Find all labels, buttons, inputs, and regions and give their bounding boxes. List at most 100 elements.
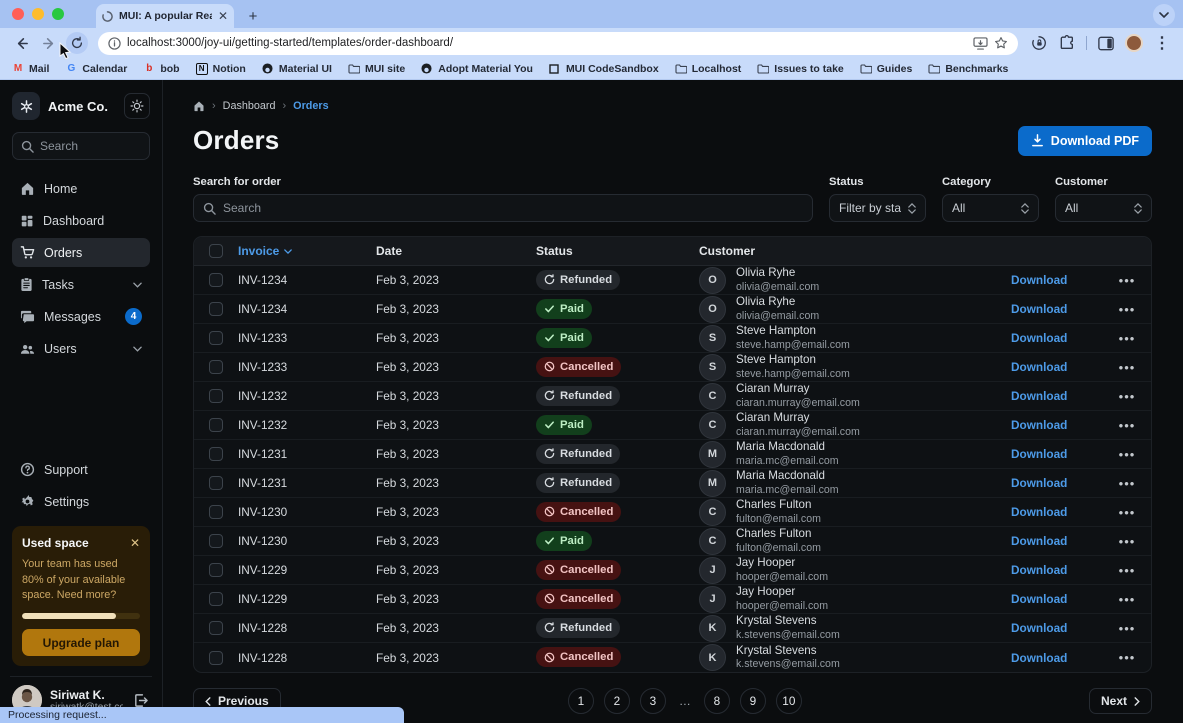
row-menu-icon[interactable]: ••• — [1119, 505, 1136, 520]
download-link[interactable]: Download — [1011, 476, 1067, 490]
profile-avatar[interactable] — [1123, 32, 1145, 54]
sidebar-item-dashboard[interactable]: Dashboard — [12, 206, 150, 235]
sidebar-item-home[interactable]: Home — [12, 174, 150, 203]
row-checkbox[interactable] — [209, 651, 223, 665]
upgrade-plan-button[interactable]: Upgrade plan — [22, 629, 140, 656]
select-all-checkbox[interactable] — [209, 244, 223, 258]
back-icon[interactable] — [10, 32, 32, 54]
order-search-input[interactable] — [223, 201, 803, 215]
download-link[interactable]: Download — [1011, 273, 1067, 287]
page-button[interactable]: 1 — [568, 688, 594, 714]
row-checkbox[interactable] — [209, 621, 223, 635]
download-link[interactable]: Download — [1011, 389, 1067, 403]
sidebar-item-tasks[interactable]: Tasks — [12, 270, 150, 299]
theme-toggle-button[interactable] — [124, 93, 150, 119]
download-link[interactable]: Download — [1011, 505, 1067, 519]
bookmark-mui-site[interactable]: MUI site — [348, 63, 405, 75]
browser-tab[interactable]: MUI: A popular React UI fram ✕ — [96, 4, 234, 28]
bookmark-mail[interactable]: MMail — [12, 63, 49, 75]
tab-search-chevron-icon[interactable] — [1153, 4, 1175, 26]
next-page-button[interactable]: Next — [1089, 688, 1152, 714]
row-menu-icon[interactable]: ••• — [1119, 302, 1136, 317]
bookmark-adopt-material-you[interactable]: Adopt Material You — [421, 63, 533, 75]
column-invoice[interactable]: Invoice — [238, 244, 376, 258]
row-menu-icon[interactable]: ••• — [1119, 389, 1136, 404]
sidebar-search-input[interactable] — [40, 139, 141, 153]
row-menu-icon[interactable]: ••• — [1119, 331, 1136, 346]
breadcrumb-dashboard[interactable]: Dashboard — [223, 100, 276, 112]
row-menu-icon[interactable]: ••• — [1119, 650, 1136, 665]
bookmark-issues-to-take[interactable]: Issues to take — [757, 63, 843, 75]
row-menu-icon[interactable]: ••• — [1119, 563, 1136, 578]
breadcrumb-home-icon[interactable] — [193, 100, 205, 112]
row-checkbox[interactable] — [209, 534, 223, 548]
row-checkbox[interactable] — [209, 331, 223, 345]
row-checkbox[interactable] — [209, 273, 223, 287]
row-menu-icon[interactable]: ••• — [1119, 447, 1136, 462]
row-checkbox[interactable] — [209, 592, 223, 606]
row-checkbox[interactable] — [209, 418, 223, 432]
row-checkbox[interactable] — [209, 360, 223, 374]
row-checkbox[interactable] — [209, 389, 223, 403]
row-menu-icon[interactable]: ••• — [1119, 621, 1136, 636]
download-link[interactable]: Download — [1011, 418, 1067, 432]
bookmark-bob[interactable]: bbob — [143, 63, 179, 75]
browser-menu-icon[interactable]: ⋮ — [1151, 32, 1173, 54]
minimize-window-button[interactable] — [32, 8, 44, 20]
download-link[interactable]: Download — [1011, 651, 1067, 665]
close-icon[interactable]: ✕ — [130, 537, 140, 549]
download-pdf-button[interactable]: Download PDF — [1018, 126, 1152, 156]
download-link[interactable]: Download — [1011, 621, 1067, 635]
privacy-badge-icon[interactable] — [1028, 32, 1050, 54]
row-checkbox[interactable] — [209, 476, 223, 490]
bookmark-guides[interactable]: Guides — [860, 63, 913, 75]
row-checkbox[interactable] — [209, 447, 223, 461]
sidebar-search[interactable] — [12, 132, 150, 160]
tab-close-icon[interactable]: ✕ — [218, 10, 228, 22]
install-app-icon[interactable] — [973, 37, 988, 50]
maximize-window-button[interactable] — [52, 8, 64, 20]
bookmark-material-ui[interactable]: Material UI — [262, 63, 332, 75]
status-filter-select[interactable]: Filter by status — [829, 194, 926, 222]
close-window-button[interactable] — [12, 8, 24, 20]
download-link[interactable]: Download — [1011, 563, 1067, 577]
page-button[interactable]: 9 — [740, 688, 766, 714]
row-checkbox[interactable] — [209, 563, 223, 577]
bookmark-benchmarks[interactable]: Benchmarks — [928, 63, 1008, 75]
download-link[interactable]: Download — [1011, 447, 1067, 461]
sidebar-item-messages[interactable]: Messages 4 — [12, 302, 150, 331]
page-button[interactable]: 2 — [604, 688, 630, 714]
page-button[interactable]: 10 — [776, 688, 802, 714]
row-menu-icon[interactable]: ••• — [1119, 476, 1136, 491]
row-menu-icon[interactable]: ••• — [1119, 592, 1136, 607]
acme-logo[interactable] — [12, 92, 40, 120]
bookmark-star-icon[interactable] — [994, 36, 1008, 50]
sidebar-item-users[interactable]: Users — [12, 334, 150, 363]
site-info-icon[interactable] — [108, 37, 121, 50]
new-tab-button[interactable]: + — [242, 5, 264, 27]
download-link[interactable]: Download — [1011, 302, 1067, 316]
extensions-icon[interactable] — [1056, 32, 1078, 54]
url-bar[interactable]: localhost:3000/joy-ui/getting-started/te… — [98, 32, 1018, 55]
category-filter-select[interactable]: All — [942, 194, 1039, 222]
row-menu-icon[interactable]: ••• — [1119, 360, 1136, 375]
bookmark-localhost[interactable]: Localhost — [675, 63, 742, 75]
sidebar-item-orders[interactable]: Orders — [12, 238, 150, 267]
row-menu-icon[interactable]: ••• — [1119, 534, 1136, 549]
row-menu-icon[interactable]: ••• — [1119, 418, 1136, 433]
url-text[interactable]: localhost:3000/joy-ui/getting-started/te… — [127, 37, 967, 49]
download-link[interactable]: Download — [1011, 360, 1067, 374]
bookmark-calendar[interactable]: GCalendar — [65, 63, 127, 75]
order-search[interactable] — [193, 194, 813, 222]
bookmark-notion[interactable]: NNotion — [196, 63, 246, 75]
download-link[interactable]: Download — [1011, 534, 1067, 548]
sidebar-item-support[interactable]: Support — [12, 455, 150, 484]
row-menu-icon[interactable]: ••• — [1119, 273, 1136, 288]
forward-icon[interactable] — [38, 32, 60, 54]
download-link[interactable]: Download — [1011, 592, 1067, 606]
download-link[interactable]: Download — [1011, 331, 1067, 345]
page-button[interactable]: 8 — [704, 688, 730, 714]
row-checkbox[interactable] — [209, 302, 223, 316]
bookmark-mui-codesandbox[interactable]: MUI CodeSandbox — [549, 63, 659, 75]
side-panel-icon[interactable] — [1095, 32, 1117, 54]
